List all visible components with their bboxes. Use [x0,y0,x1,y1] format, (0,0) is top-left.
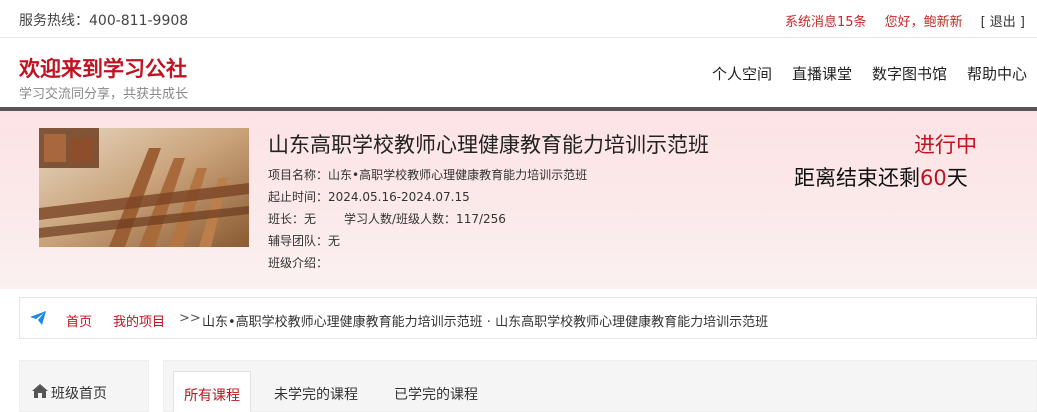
nav-live-classroom[interactable]: 直播课堂 [792,63,852,84]
project-name: 项目名称：山东•高职学校教师心理健康教育能力培训示范班 [268,168,588,182]
course-dates: 起止时间：2024.05.16-2024.07.15 [268,190,470,204]
sidebar-item-class-home[interactable]: 班级首页 [32,383,107,403]
site-title[interactable]: 欢迎来到学习公社 [19,53,187,83]
class-stats: 班长：无 学习人数/班级人数：117/256 [268,210,506,227]
tab-all-courses[interactable]: 所有课程 [173,371,251,412]
sidebar-item-label: 班级首页 [51,386,107,402]
site-header: 欢迎来到学习公社 学习交流同分享，共获共成长 个人空间 直播课堂 数字图书馆 帮… [0,38,1037,107]
nav-help-center[interactable]: 帮助中心 [967,63,1027,84]
breadcrumb-my-projects[interactable]: 我的项目 [113,311,165,330]
system-messages-link[interactable]: 系统消息15条 [785,11,867,30]
course-banner: 山东高职学校教师心理健康教育能力培训示范班 项目名称：山东•高职学校教师心理健康… [0,111,1037,289]
countdown-days: 60 [920,166,947,190]
learner-count: 学习人数/班级人数：117/256 [344,212,506,226]
breadcrumb-separator: >> [179,311,201,326]
course-title: 山东高职学校教师心理健康教育能力培训示范班 [268,133,709,157]
user-greeting[interactable]: 您好，鲍新新 [885,11,963,30]
breadcrumb: 首页 我的项目 >> 山东•高职学校教师心理健康教育能力培训示范班 · 山东高职… [19,297,1037,339]
main-nav: 个人空间 直播课堂 数字图书馆 帮助中心 [712,63,1027,84]
user-links: 系统消息15条 您好，鲍新新 [ 退出 ] [785,11,1025,30]
countdown: 距离结束还剩60天 [794,162,968,192]
class-monitor: 班长：无 [268,212,317,226]
breadcrumb-home[interactable]: 首页 [66,311,92,330]
site-subtitle: 学习交流同分享，共获共成长 [19,87,189,102]
nav-digital-library[interactable]: 数字图书馆 [872,63,947,84]
class-sidebar: 班级首页 [19,360,149,412]
countdown-suffix: 天 [946,166,968,190]
logout-link[interactable]: [ 退出 ] [981,11,1025,30]
breadcrumb-current-path: 山东•高职学校教师心理健康教育能力培训示范班 · 山东高职学校教师心理健康教育能… [202,315,769,330]
service-hotline: 服务热线：400-811-9908 [19,13,189,29]
tutor-team: 辅导团队：无 [268,234,341,248]
top-bar: 服务热线：400-811-9908 系统消息15条 您好，鲍新新 [ 退出 ] [0,0,1037,38]
course-status: 进行中 [914,133,977,157]
paper-plane-icon [29,310,47,330]
home-icon [32,384,48,402]
classroom-chairs-image [39,128,249,247]
course-tabs: 所有课程 未学完的课程 已学完的课程 [163,360,1037,412]
class-intro: 班级介绍： [268,256,329,270]
nav-personal-space[interactable]: 个人空间 [712,63,772,84]
countdown-prefix: 距离结束还剩 [794,166,920,190]
tab-unfinished-courses[interactable]: 未学完的课程 [264,371,368,412]
tab-finished-courses[interactable]: 已学完的课程 [384,371,488,412]
